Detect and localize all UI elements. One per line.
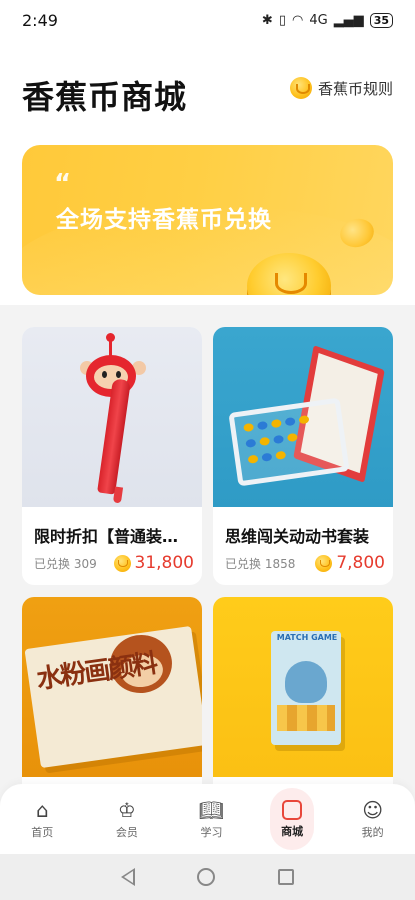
product-meta: 已兑换 309 31,800 xyxy=(34,553,194,573)
status-time: 2:49 xyxy=(22,10,58,30)
product-title: 限时折扣【普通装… xyxy=(34,527,179,546)
product-price: 31,800 xyxy=(113,553,194,573)
nav-item-profile[interactable]: ☺ 我的 xyxy=(347,789,399,849)
product-card[interactable]: 思维闯关动动书套装 已兑换 1858 7,800 xyxy=(213,327,393,585)
crown-icon: ♔ xyxy=(117,797,136,822)
network-type-label: 4G xyxy=(309,12,328,28)
status-bar: 2:49 ✱ ▯ ◠ 4G ▂▄▆ 35 xyxy=(0,0,415,40)
nav-item-member[interactable]: ♔ 会员 xyxy=(101,789,153,849)
nav-label: 会员 xyxy=(115,825,138,839)
system-nav-bar xyxy=(0,854,415,900)
book-icon: 📖︎ xyxy=(198,797,225,822)
product-meta: 已兑换 1858 7,800 xyxy=(225,553,385,573)
product-grid: 限时折扣【普通装… 已兑换 309 31,800 思维闯关动动书套装 已兑换 1… xyxy=(22,327,393,855)
home-icon: ⌂ xyxy=(35,797,49,822)
banner-text: 全场支持香蕉币兑换 xyxy=(56,207,272,233)
signal-icon: ▂▄▆ xyxy=(333,12,364,28)
small-coin-icon xyxy=(336,215,378,251)
product-title: 思维闯关动动书套装 xyxy=(225,527,370,546)
match-title-text: MATCH GAME xyxy=(276,633,338,642)
product-image-reading-pen xyxy=(22,327,202,507)
battery-indicator: 35 xyxy=(369,12,393,28)
nav-label: 首页 xyxy=(31,825,54,839)
bottom-nav: ⌂ 首页 ♔ 会员 📖︎ 学习 商城 ☺ 我的 xyxy=(0,784,415,854)
product-price: 7,800 xyxy=(315,553,385,573)
page-title: 香蕉币商城 xyxy=(22,78,188,116)
wifi-icon: ◠ xyxy=(291,12,304,28)
recent-apps-icon[interactable] xyxy=(277,869,294,885)
coin-rules-link[interactable]: 香蕉币规则 xyxy=(289,77,393,99)
banner-section: “ 全场支持香蕉币兑换 xyxy=(0,145,415,305)
product-card[interactable]: 限时折扣【普通装… 已兑换 309 31,800 xyxy=(22,327,202,585)
nav-label: 我的 xyxy=(361,825,384,839)
profile-icon: ☺ xyxy=(362,797,384,822)
page-header: 香蕉币商城 香蕉币规则 xyxy=(0,40,415,145)
coin-rules-label: 香蕉币规则 xyxy=(317,79,393,98)
banana-coin-icon xyxy=(315,554,333,572)
price-value: 31,800 xyxy=(134,553,194,573)
product-image-abacus-book xyxy=(213,327,393,507)
status-icons: ✱ ▯ ◠ 4G ▂▄▆ 35 xyxy=(261,12,393,28)
nav-label: 学习 xyxy=(200,825,223,839)
back-icon[interactable] xyxy=(121,868,136,886)
nav-item-study[interactable]: 📖︎ 学习 xyxy=(185,789,237,849)
exchanged-count: 已兑换 1858 xyxy=(225,556,296,571)
bluetooth-icon: ✱ xyxy=(261,12,273,28)
nav-item-mall[interactable]: 商城 xyxy=(270,788,315,850)
nav-label: 商城 xyxy=(281,824,304,838)
nav-item-home[interactable]: ⌂ 首页 xyxy=(16,789,68,849)
product-image-paint-set: 水粉画颜料 xyxy=(22,597,202,777)
home-circle-icon[interactable] xyxy=(197,868,216,886)
shopping-bag-icon xyxy=(282,799,303,820)
big-coin-icon xyxy=(247,253,331,295)
vibrate-icon: ▯ xyxy=(278,12,286,28)
product-image-match-game: MATCH GAME xyxy=(213,597,393,777)
exchanged-count: 已兑换 309 xyxy=(34,556,97,571)
quote-icon: “ xyxy=(54,169,71,199)
banana-coin-icon xyxy=(113,554,131,572)
price-value: 7,800 xyxy=(336,553,385,573)
banana-coin-icon xyxy=(289,77,312,99)
promo-banner[interactable]: “ 全场支持香蕉币兑换 xyxy=(22,145,393,295)
